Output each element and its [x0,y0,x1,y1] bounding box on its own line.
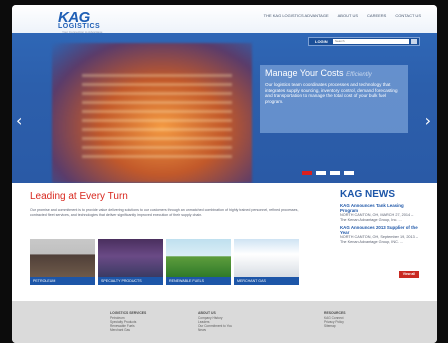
tile-image [166,239,231,277]
main-content: Leading at Every Turn Our promise and co… [12,183,437,301]
callout-title-accent: Efficiently [346,72,372,78]
hero-image [52,43,252,183]
news-headline[interactable]: KAG Announces 2013 Supplier of the Year [340,225,420,235]
chevron-right-icon[interactable]: › [425,113,431,129]
view-all-button[interactable]: View all [399,271,419,278]
footer-link[interactable]: Merchant Gas [110,328,146,332]
hero-callout: Manage Your Costs Efficiently Our logist… [260,65,408,133]
tile-merchant-gas[interactable]: MERCHANT GAS [234,239,299,285]
news-item: KAG Announces 2013 Supplier of the Year … [340,225,420,244]
footer-link[interactable]: Sitemap [324,324,345,328]
intro-text: Our promise and commitment is to provide… [30,208,299,217]
footer-column-services: LOGISTICS SERVICES Petroleum Specialty P… [110,311,146,332]
search-input[interactable] [333,39,409,44]
slide-dot-1[interactable] [302,171,312,175]
chevron-left-icon[interactable]: ‹ [16,113,22,129]
callout-body: Our logistics team coordinates processes… [265,81,398,105]
tile-label: MERCHANT GAS [234,277,299,285]
nav-link-contact[interactable]: CONTACT US [395,14,421,18]
search-button[interactable] [411,39,417,44]
tile-petroleum[interactable]: PETROLEUM [30,239,95,285]
site-footer: LOGISTICS SERVICES Petroleum Specialty P… [12,301,437,343]
news-headline[interactable]: KAG Announces Tank Leasing Program [340,203,420,213]
tile-specialty-products[interactable]: SPECIALTY PRODUCTS [98,239,163,285]
logo-subtitle: LOGISTICS [58,23,101,30]
slide-dot-4[interactable] [344,171,354,175]
news-panel: KAG NEWS KAG Announces Tank Leasing Prog… [340,190,420,244]
section-title: Leading at Every Turn [30,191,128,202]
login-search-bar: LOGIN [308,37,420,46]
news-summary: NORTH CANTON, OH, MARCH 27, 2014 – The K… [340,213,414,222]
browser-page: KAG LOGISTICS Your Connection to Advanta… [12,5,437,343]
service-tiles: PETROLEUM SPECIALTY PRODUCTS RENEWABLE F… [30,239,299,285]
footer-link[interactable]: News [198,328,232,332]
login-link[interactable]: LOGIN [315,39,328,45]
news-title: KAG NEWS [340,189,395,200]
news-summary: NORTH CANTON, OH, September 19, 2013 – T… [340,235,418,244]
slide-dot-3[interactable] [330,171,340,175]
hero-banner: LOGIN Manage Your Costs Efficiently Our … [12,33,437,183]
tile-label: RENEWABLE FUELS [166,277,231,285]
tile-label: SPECIALTY PRODUCTS [98,277,163,285]
nav-link-careers[interactable]: CAREERS [367,14,386,18]
footer-column-about: ABOUT US Company History Leaders Our Com… [198,311,232,332]
tile-image [98,239,163,277]
site-header: KAG LOGISTICS Your Connection to Advanta… [12,5,437,34]
news-item: KAG Announces Tank Leasing Program NORTH… [340,203,420,222]
footer-column-resources: RESOURCES KAG Connect Privacy Policy Sit… [324,311,345,328]
top-nav: THE KAG LOGISTICS ADVANTAGE ABOUT US CAR… [264,14,421,18]
slide-dots [302,171,354,175]
tile-image [234,239,299,277]
nav-link-advantage[interactable]: THE KAG LOGISTICS ADVANTAGE [264,14,329,18]
tile-image [30,239,95,277]
callout-title-text: Manage Your Costs [265,68,344,78]
slide-dot-2[interactable] [316,171,326,175]
tile-renewable-fuels[interactable]: RENEWABLE FUELS [166,239,231,285]
tile-label: PETROLEUM [30,277,95,285]
callout-title: Manage Your Costs Efficiently [265,68,403,79]
nav-link-about[interactable]: ABOUT US [338,14,358,18]
